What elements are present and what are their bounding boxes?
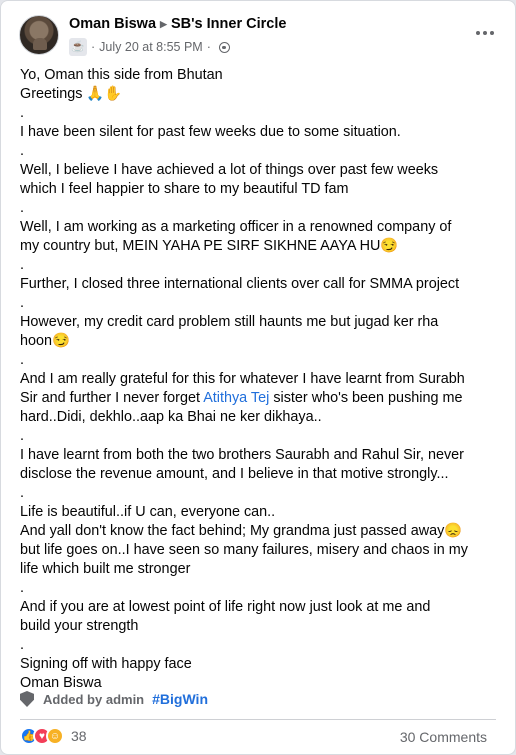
post-content: Yo, Oman this side from Bhutan Greetings… xyxy=(20,66,500,693)
dot-separator: · xyxy=(206,40,211,54)
post-text: Yo, Oman this side from Bhutan Greetings… xyxy=(20,66,500,693)
author-avatar[interactable] xyxy=(19,15,59,55)
mention-link[interactable]: Atithya Tej xyxy=(203,390,269,406)
post-meta: ☕ · July 20 at 8:55 PM · xyxy=(69,38,230,56)
reaction-count[interactable]: 38 xyxy=(71,728,87,744)
dot-separator: · xyxy=(91,40,96,54)
post-timestamp[interactable]: July 20 at 8:55 PM xyxy=(99,40,203,54)
group-name[interactable]: SB's Inner Circle xyxy=(171,16,286,32)
post-title-line: Oman Biswa ▶ SB's Inner Circle xyxy=(69,16,286,32)
shield-icon xyxy=(20,691,34,707)
hashtag-link[interactable]: #BigWin xyxy=(152,691,208,707)
divider xyxy=(20,719,496,720)
post-text-part-1: Yo, Oman this side from Bhutan Greetings… xyxy=(20,67,465,406)
reactions-summary[interactable]: 👍 ♥ ☺ 38 xyxy=(20,727,87,745)
more-options-button[interactable] xyxy=(471,23,499,43)
more-dot xyxy=(483,31,487,35)
more-dot xyxy=(490,31,494,35)
post-header: Oman Biswa ▶ SB's Inner Circle ☕ · July 20… xyxy=(19,15,503,57)
care-icon: ☺ xyxy=(46,727,64,745)
post-card: Oman Biswa ▶ SB's Inner Circle ☕ · July 20… xyxy=(0,0,516,755)
added-by-row: Added by admin #BigWin xyxy=(20,691,208,707)
author-name[interactable]: Oman Biswa xyxy=(69,16,156,32)
post-text-part-2: sister who's been pushing me hard..Didi,… xyxy=(20,390,468,691)
added-by-label: Added by admin xyxy=(43,691,145,707)
comments-count-link[interactable]: 30 Comments xyxy=(400,729,487,745)
more-dot xyxy=(476,31,480,35)
globe-icon xyxy=(218,41,230,53)
arrow-right-icon: ▶ xyxy=(160,19,167,29)
coffee-cup-icon: ☕ xyxy=(69,38,87,56)
